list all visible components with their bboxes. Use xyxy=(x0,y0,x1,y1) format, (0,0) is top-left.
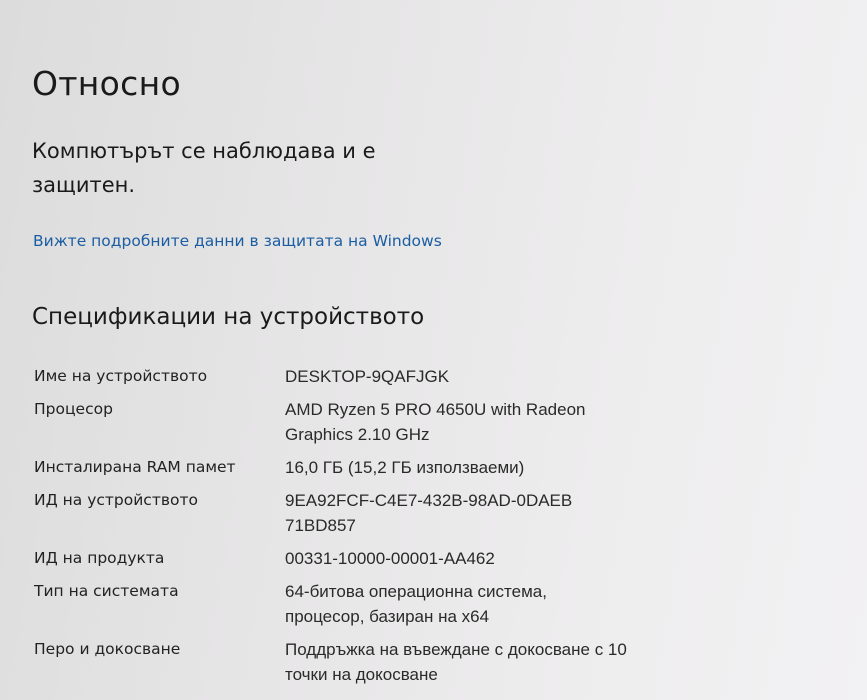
spec-label: Тип на системата xyxy=(34,582,179,600)
spec-label: ИД на устройството xyxy=(34,491,198,509)
windows-security-link[interactable]: Вижте подробните данни в защитата на Win… xyxy=(33,232,442,250)
spec-row-processor: Процесор AMD Ryzen 5 PRO 4650U with Rade… xyxy=(34,397,654,447)
page-title: Относно xyxy=(32,64,181,103)
spec-row-system-type: Тип на системата 64-битова операционна с… xyxy=(34,579,654,629)
device-specifications-heading: Спецификации на устройството xyxy=(32,304,425,330)
spec-value-processor: AMD Ryzen 5 PRO 4650U with Radeon Graphi… xyxy=(285,400,586,444)
spec-label: Инсталирана RAM памет xyxy=(34,458,236,476)
spec-value-device-name: DESKTOP-9QAFJGK xyxy=(285,367,450,386)
spec-value-device-id: 9EA92FCF-C4E7-432B-98AD-0DAEB71BD857 xyxy=(285,491,573,535)
spec-label: Перо и докосване xyxy=(34,640,181,658)
spec-value-product-id: 00331-10000-00001-AA462 xyxy=(285,549,495,568)
spec-label: Име на устройството xyxy=(34,367,208,385)
spec-value-pen-and-touch: Поддръжка на въвеждане с докосване с 10 … xyxy=(285,640,627,684)
spec-value-installed-ram: 16,0 ГБ (15,2 ГБ използваеми) xyxy=(285,458,525,477)
spec-value-system-type: 64-битова операционна система, процесор,… xyxy=(285,582,547,626)
protection-status-text: Компютърът се наблюдава и е защитен. xyxy=(32,139,376,197)
spec-row-pen-and-touch: Перо и докосване Поддръжка на въвеждане … xyxy=(34,637,654,687)
spec-row-device-name: Име на устройството DESKTOP-9QAFJGK xyxy=(34,364,654,389)
spec-row-installed-ram: Инсталирана RAM памет 16,0 ГБ (15,2 ГБ и… xyxy=(34,455,654,480)
spec-row-device-id: ИД на устройството 9EA92FCF-C4E7-432B-98… xyxy=(34,488,654,538)
spec-row-product-id: ИД на продукта 00331-10000-00001-AA462 xyxy=(34,546,654,571)
spec-label: ИД на продукта xyxy=(34,549,165,567)
spec-label: Процесор xyxy=(34,400,113,418)
device-specifications-list: Име на устройството DESKTOP-9QAFJGK Проц… xyxy=(34,364,654,687)
